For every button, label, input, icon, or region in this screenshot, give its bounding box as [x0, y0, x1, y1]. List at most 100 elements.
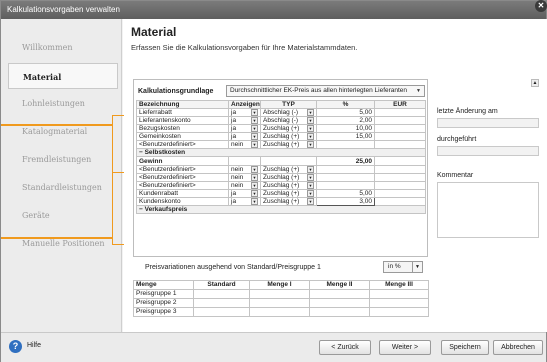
- help-icon[interactable]: ?: [9, 340, 22, 353]
- row-eur[interactable]: [374, 156, 426, 166]
- sidebar-item-material[interactable]: Material: [8, 63, 118, 89]
- cancel-button[interactable]: Abbrechen: [493, 340, 543, 355]
- row-pct[interactable]: [316, 181, 375, 190]
- row-pct[interactable]: [316, 140, 375, 149]
- unit-dropdown[interactable]: in % ▼: [383, 261, 423, 273]
- row-name: <Benutzerdefiniert>: [136, 140, 229, 149]
- show-dropdown[interactable]: nein ▼: [228, 181, 261, 190]
- row-name: <Benutzerdefiniert>: [136, 173, 229, 182]
- row-cell[interactable]: [249, 307, 310, 317]
- typ-dropdown[interactable]: Zuschlag (+) ▼: [260, 165, 317, 174]
- row-pct[interactable]: 25,00: [316, 156, 375, 166]
- typ-dropdown[interactable]: Abschlag (-) ▼: [260, 108, 317, 117]
- sidebar-item-fremdleistungen[interactable]: Fremdleistungen: [8, 147, 118, 173]
- row-eur[interactable]: [374, 165, 426, 174]
- row-cell[interactable]: [193, 289, 250, 299]
- row-eur[interactable]: [374, 197, 426, 206]
- basis-select[interactable]: Durchschnittlicher EK-Preis aus allen hi…: [226, 85, 425, 97]
- help-label[interactable]: Hilfe: [27, 342, 41, 349]
- section-label: − Selbstkosten: [136, 148, 426, 157]
- table-row[interactable]: Kundenskonto ja ▼ Zuschlag (+) ▼ 3,00: [136, 197, 426, 206]
- row-eur[interactable]: [374, 124, 426, 133]
- row-pct[interactable]: 15,00: [316, 132, 375, 141]
- row-pct[interactable]: 2,00: [316, 116, 375, 125]
- price-group-table: Menge Standard Menge I Menge II Menge II…: [133, 280, 429, 317]
- row-cell[interactable]: [309, 298, 370, 308]
- sidebar-item-geraete[interactable]: Geräte: [8, 203, 118, 229]
- table-row[interactable]: <Benutzerdefiniert> nein ▼ Zuschlag (+) ▼: [136, 181, 426, 190]
- table-row[interactable]: Preisgruppe 2: [133, 298, 429, 308]
- table-row[interactable]: <Benutzerdefiniert> nein ▼ Zuschlag (+) ▼: [136, 165, 426, 174]
- show-dropdown[interactable]: ja ▼: [228, 189, 261, 198]
- typ-dropdown[interactable]: Abschlag (-) ▼: [260, 116, 317, 125]
- table-row[interactable]: Gemeinkosten ja ▼ Zuschlag (+) ▼ 15,00: [136, 132, 426, 141]
- row-pct[interactable]: [316, 173, 375, 182]
- row-eur[interactable]: [374, 140, 426, 149]
- row-name: Kundenskonto: [136, 197, 229, 206]
- table-row[interactable]: Preisgruppe 3: [133, 307, 429, 317]
- table-row[interactable]: Lieferantenskonto ja ▼ Abschlag (-) ▼ 2,00: [136, 116, 426, 125]
- table-row[interactable]: Preisgruppe 1: [133, 289, 429, 299]
- row-pct[interactable]: 5,00: [316, 108, 375, 117]
- close-icon[interactable]: ✕: [535, 0, 547, 12]
- typ-dropdown[interactable]: Zuschlag (+) ▼: [260, 197, 317, 206]
- show-dropdown[interactable]: ja ▼: [228, 124, 261, 133]
- scroll-up-icon[interactable]: ▲: [531, 79, 539, 87]
- row-cell[interactable]: [369, 298, 429, 308]
- row-cell[interactable]: [249, 289, 310, 299]
- typ-dropdown[interactable]: Zuschlag (+) ▼: [260, 132, 317, 141]
- show-dropdown[interactable]: nein ▼: [228, 173, 261, 182]
- page-subtitle: Erfassen Sie die Kalkulationsvorgaben fü…: [131, 43, 358, 52]
- table-row[interactable]: Kundenrabatt ja ▼ Zuschlag (+) ▼ 5,00: [136, 189, 426, 198]
- row-eur[interactable]: [374, 189, 426, 198]
- table-row[interactable]: Lieferrabatt ja ▼ Abschlag (-) ▼ 5,00: [136, 108, 426, 117]
- show-dropdown[interactable]: ja ▼: [228, 116, 261, 125]
- row-cell[interactable]: [369, 289, 429, 299]
- row-pct[interactable]: [316, 165, 375, 174]
- section-row-selbstkosten[interactable]: − Selbstkosten: [136, 148, 426, 157]
- sidebar-item-katalogmaterial[interactable]: Katalogmaterial: [8, 119, 118, 145]
- row-name: Gemeinkosten: [136, 132, 229, 141]
- row-pct[interactable]: 3,00: [316, 197, 375, 206]
- sidebar-item-standardleistungen[interactable]: Standardleistungen: [8, 175, 118, 201]
- show-dropdown[interactable]: ja ▼: [228, 108, 261, 117]
- sidebar-item-manuelle-positionen[interactable]: Manuelle Positionen: [8, 231, 118, 257]
- typ-dropdown[interactable]: Zuschlag (+) ▼: [260, 181, 317, 190]
- typ-dropdown[interactable]: Zuschlag (+) ▼: [260, 124, 317, 133]
- back-button[interactable]: < Zurück: [319, 340, 371, 355]
- table-row[interactable]: <Benutzerdefiniert> nein ▼ Zuschlag (+) ▼: [136, 140, 426, 149]
- row-cell[interactable]: [249, 298, 310, 308]
- row-eur[interactable]: [374, 108, 426, 117]
- row-cell[interactable]: [193, 307, 250, 317]
- row-pct[interactable]: 5,00: [316, 189, 375, 198]
- next-button[interactable]: Weiter >: [379, 340, 431, 355]
- show-dropdown[interactable]: ja ▼: [228, 132, 261, 141]
- comment-field[interactable]: [437, 182, 539, 238]
- show-dropdown[interactable]: nein ▼: [228, 165, 261, 174]
- row-eur[interactable]: [374, 181, 426, 190]
- save-button[interactable]: Speichern: [441, 340, 489, 355]
- row-cell[interactable]: [309, 307, 370, 317]
- row-eur[interactable]: [374, 132, 426, 141]
- section-row-verkaufspreis[interactable]: − Verkaufspreis: [136, 205, 426, 214]
- table-header-row: Bezeichnung Anzeigen TYP % EUR: [136, 100, 426, 109]
- typ-dropdown[interactable]: Zuschlag (+) ▼: [260, 173, 317, 182]
- chevron-down-icon: ▼: [307, 190, 314, 197]
- row-cell[interactable]: [309, 289, 370, 299]
- typ-dropdown[interactable]: Zuschlag (+) ▼: [260, 140, 317, 149]
- show-dropdown[interactable]: ja ▼: [228, 197, 261, 206]
- row-cell[interactable]: [369, 307, 429, 317]
- show-dropdown[interactable]: nein ▼: [228, 140, 261, 149]
- price-group-name: Preisgruppe 3: [133, 307, 194, 317]
- table-row[interactable]: <Benutzerdefiniert> nein ▼ Zuschlag (+) ▼: [136, 173, 426, 182]
- row-eur[interactable]: [374, 173, 426, 182]
- table-row[interactable]: Bezugskosten ja ▼ Zuschlag (+) ▼ 10,00: [136, 124, 426, 133]
- typ-dropdown[interactable]: Zuschlag (+) ▼: [260, 189, 317, 198]
- row-pct[interactable]: 10,00: [316, 124, 375, 133]
- main-panel: Material Erfassen Sie die Kalkulationsvo…: [123, 19, 547, 332]
- sidebar-item-lohnleistungen[interactable]: Lohnleistungen: [8, 91, 118, 117]
- row-cell[interactable]: [193, 298, 250, 308]
- sidebar-item-willkommen[interactable]: Willkommen: [8, 35, 118, 61]
- typ-value: Abschlag (-): [263, 109, 299, 116]
- row-eur[interactable]: [374, 116, 426, 125]
